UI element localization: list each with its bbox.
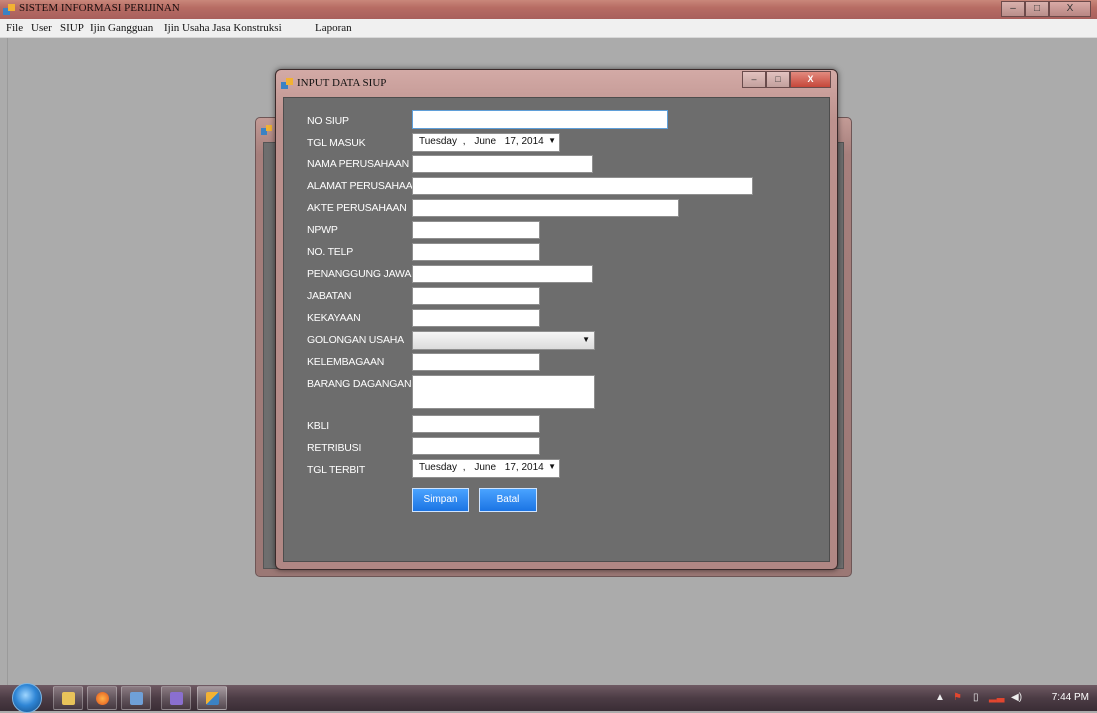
alamat-perusahaan-field[interactable]: [412, 177, 753, 195]
penanggung-jawab-field[interactable]: [412, 265, 593, 283]
app-title-bar: SISTEM INFORMASI PERIJINAN – □ X: [0, 0, 1097, 19]
app-icon: [3, 4, 15, 15]
visual-studio-icon: [170, 692, 183, 705]
simpan-button[interactable]: Simpan: [412, 488, 469, 512]
taskbar-firefox-button[interactable]: [87, 686, 117, 710]
close-button[interactable]: X: [1049, 1, 1091, 17]
no-siup-field[interactable]: [412, 110, 668, 129]
menu-siup[interactable]: SIUP: [60, 22, 84, 34]
chevron-down-icon[interactable]: ▼: [548, 462, 556, 471]
dialog-title: INPUT DATA SIUP: [297, 77, 387, 89]
maximize-button[interactable]: □: [1025, 1, 1049, 17]
tgl-terbit-date-picker[interactable]: Tuesday , June 17, 2014 ▼: [412, 459, 560, 478]
label-no-siup: NO SIUP: [307, 115, 349, 127]
window-icon: [281, 78, 293, 89]
dialog-form: NO SIUP TGL MASUK Tuesday , June 17, 201…: [283, 97, 830, 562]
label-golongan-usaha: GOLONGAN USAHA: [307, 334, 404, 346]
taskbar-app-button[interactable]: [121, 686, 151, 710]
batal-button[interactable]: Batal: [479, 488, 537, 512]
barang-dagangan-textarea[interactable]: [412, 375, 595, 409]
battery-icon[interactable]: ▯: [973, 692, 979, 703]
taskbar: ▲ ⚑ ▯ ▂▃ ◀) 7:44 PM: [0, 683, 1097, 713]
clock[interactable]: 7:44 PM: [1052, 692, 1089, 703]
label-kekayaan: KEKAYAAN: [307, 312, 361, 324]
chevron-down-icon[interactable]: ▼: [582, 335, 590, 344]
tgl-terbit-separator: ,: [462, 462, 466, 473]
tgl-masuk-month: June: [474, 136, 497, 147]
show-hidden-icons-icon[interactable]: ▲: [935, 692, 945, 703]
dialog-minimize-button[interactable]: –: [742, 71, 766, 88]
jabatan-field[interactable]: [412, 287, 540, 305]
kelembagaan-field[interactable]: [412, 353, 540, 371]
tgl-terbit-month: June: [474, 462, 497, 473]
app-title: SISTEM INFORMASI PERIJINAN: [19, 2, 180, 14]
kekayaan-field[interactable]: [412, 309, 540, 327]
label-retribusi: RETRIBUSI: [307, 442, 362, 454]
tgl-masuk-date: 17, 2014: [504, 136, 544, 147]
label-tgl-terbit: TGL TERBIT: [307, 464, 366, 476]
label-jabatan: JABATAN: [307, 290, 352, 302]
folder-icon: [62, 692, 75, 705]
menu-ijin-gangguan[interactable]: Ijin Gangguan: [90, 22, 153, 34]
menu-laporan[interactable]: Laporan: [315, 22, 352, 34]
npwp-field[interactable]: [412, 221, 540, 239]
menu-file[interactable]: File: [6, 22, 23, 34]
golongan-usaha-dropdown[interactable]: ▼: [412, 331, 595, 350]
action-center-icon[interactable]: ⚑: [953, 692, 962, 703]
label-tgl-masuk: TGL MASUK: [307, 137, 366, 149]
tgl-terbit-day: Tuesday: [419, 462, 457, 473]
network-icon[interactable]: ▂▃: [989, 692, 1004, 703]
minimize-button[interactable]: –: [1001, 1, 1025, 17]
label-barang-dagangan: BARANG DAGANGAN: [307, 378, 412, 390]
tgl-masuk-date-picker[interactable]: Tuesday , June 17, 2014 ▼: [412, 133, 560, 152]
volume-icon[interactable]: ◀): [1011, 692, 1022, 703]
taskbar-explorer-button[interactable]: [53, 686, 83, 710]
dialog-maximize-button[interactable]: □: [766, 71, 790, 88]
dialog-close-button[interactable]: X: [790, 71, 831, 88]
label-nama-perusahaan: NAMA PERUSAHAAN: [307, 158, 410, 170]
label-alamat-perusahaan: ALAMAT PERUSAHAAN: [307, 180, 420, 192]
nama-perusahaan-field[interactable]: [412, 155, 593, 173]
taskbar-active-app-button[interactable]: [197, 686, 227, 710]
label-akte-perusahaan: AKTE PERUSAHAAN: [307, 202, 407, 214]
tgl-masuk-separator: ,: [462, 136, 466, 147]
start-button[interactable]: [12, 683, 42, 713]
window-icon: [130, 692, 143, 705]
menu-user[interactable]: User: [31, 22, 52, 34]
no-telp-field[interactable]: [412, 243, 540, 261]
akte-perusahaan-field[interactable]: [412, 199, 679, 217]
chevron-down-icon[interactable]: ▼: [548, 136, 556, 145]
app-icon: [206, 692, 219, 705]
retribusi-field[interactable]: [412, 437, 540, 455]
input-data-siup-dialog: INPUT DATA SIUP – □ X NO SIUP TGL MASUK …: [275, 69, 838, 570]
label-kelembagaan: KELEMBAGAAN: [307, 356, 385, 368]
label-no-telp: NO. TELP: [307, 246, 354, 258]
tgl-masuk-day: Tuesday: [419, 136, 457, 147]
label-npwp: NPWP: [307, 224, 338, 236]
menu-bar: File User SIUP Ijin Gangguan Ijin Usaha …: [0, 19, 1097, 38]
system-tray: ▲ ⚑ ▯ ▂▃ ◀) 7:44 PM: [927, 685, 1097, 711]
taskbar-app-button-2[interactable]: [161, 686, 191, 710]
window-icon: [261, 125, 272, 135]
tgl-terbit-date: 17, 2014: [504, 462, 544, 473]
menu-ijin-usaha-jasa-konstruksi[interactable]: Ijin Usaha Jasa Konstruksi: [164, 22, 282, 34]
kbli-field[interactable]: [412, 415, 540, 433]
label-kbli: KBLI: [307, 420, 329, 432]
firefox-icon: [96, 692, 109, 705]
label-penanggung-jawab: PENANGGUNG JAWAB: [307, 268, 418, 280]
